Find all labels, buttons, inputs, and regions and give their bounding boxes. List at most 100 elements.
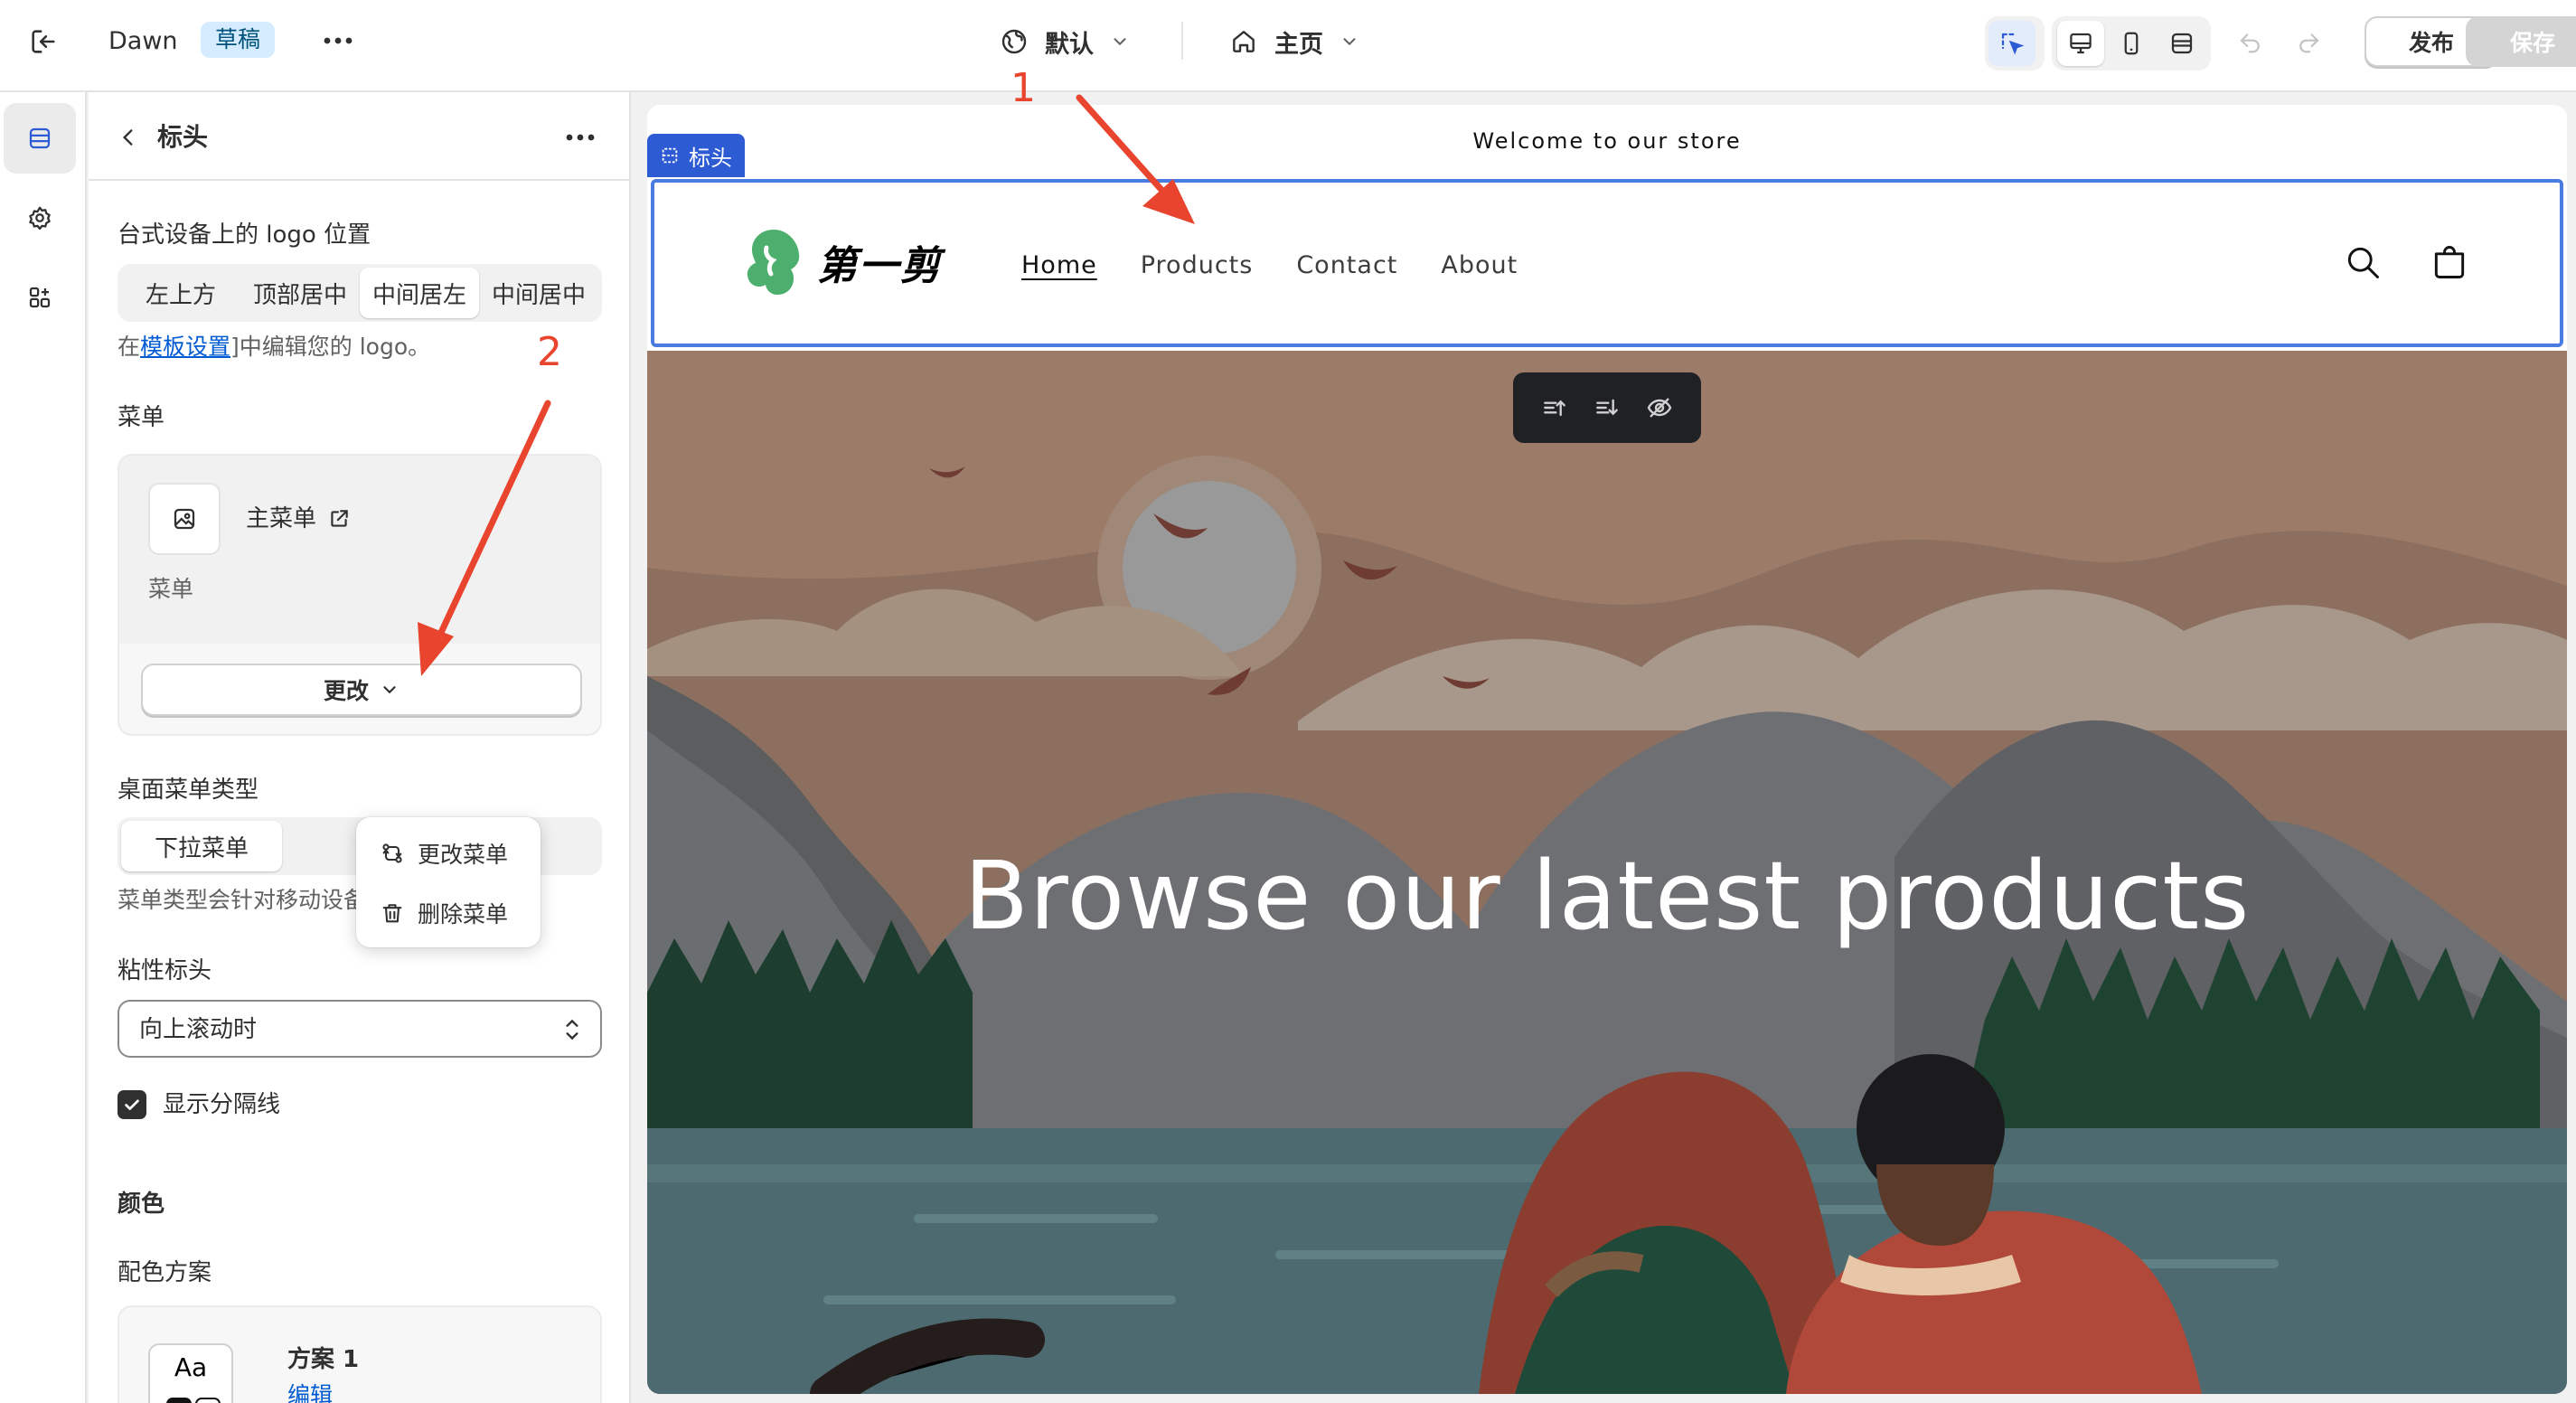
color-heading: 颜色 [118,1191,165,1218]
menu-card: 主菜单 菜单 更改 [118,454,602,736]
page-select-value: 主页 [1274,30,1323,59]
exit-icon[interactable] [25,24,61,60]
header-icons [2343,242,2469,282]
cart-icon[interactable] [2430,242,2469,282]
logo-mark-icon [736,224,812,300]
sticky-header-value: 向上滚动时 [139,1016,258,1043]
more-actions-icon[interactable] [322,27,354,54]
move-down-icon[interactable] [1593,393,1622,422]
panel-header: 标头 [89,92,629,181]
main-nav: Home Products Contact About [1021,251,1518,279]
logo-help-suffix: ]中编辑您的 logo。 [230,334,431,360]
nav-products[interactable]: Products [1141,251,1254,279]
scheme-preview-text: Aa [174,1352,208,1382]
redo-icon[interactable] [2290,24,2327,60]
logo-position-segmented: 左上方 顶部居中 中间居左 中间居中 [118,264,602,322]
inspector-toggle [1985,16,2045,71]
chevron-down-icon [1340,32,1359,52]
top-bar: Dawn 草稿 默认 主页 发布 保存 [0,0,2576,92]
nav-home[interactable]: Home [1021,251,1097,279]
fullscreen-icon[interactable] [2158,21,2205,66]
select-element-icon[interactable] [1988,21,2035,66]
select-arrows-icon [560,1016,584,1043]
store-preview: Welcome to our store 标头 第一剪 Home Product… [647,105,2567,1394]
sections-icon[interactable] [4,103,76,174]
scheme-primary-swatch [166,1398,192,1403]
device-toggle [2052,16,2211,71]
menu-subtitle: 菜单 [148,576,194,602]
page-select[interactable]: 主页 [1229,24,1359,60]
logo-position-label: 台式设备上的 logo 位置 [118,221,371,249]
section-toolbar [1513,372,1701,443]
logo-option-middle-center[interactable]: 中间居中 [479,268,598,318]
logo-option-top-center[interactable]: 顶部居中 [240,268,360,318]
desktop-menu-type-label: 桌面菜单类型 [118,777,259,804]
color-scheme-card[interactable]: Aa 方案 1 编辑 [118,1305,602,1403]
more-options-icon[interactable] [562,119,598,155]
theme-name: Dawn [108,27,178,55]
swap-icon [380,841,405,866]
sticky-header-label: 粘性标头 [118,957,212,984]
popover-delete-menu[interactable]: 删除菜单 [371,890,526,937]
logo-help-text: 在模板设置]中编辑您的 logo。 [118,331,430,363]
menu-name[interactable]: 主菜单 [246,503,351,535]
scheme-name: 方案 1 [287,1346,360,1373]
change-menu-popover: 更改菜单 删除菜单 [356,817,541,947]
scheme-edit-link[interactable]: 编辑 [287,1379,333,1403]
store-header[interactable]: 第一剪 Home Products Contact About [651,179,2563,347]
sections-icon [660,146,680,165]
menu-image-icon [148,483,221,555]
settings-gear-icon[interactable] [4,183,76,253]
change-button-label: 更改 [323,678,369,704]
status-badge: 草稿 [201,22,276,58]
divider [1181,22,1183,60]
color-scheme-label: 配色方案 [118,1259,212,1286]
nav-about[interactable]: About [1441,251,1518,279]
apps-icon[interactable] [4,262,76,333]
trash-icon [380,900,405,926]
chevron-down-icon [380,680,400,700]
globe-icon [1000,27,1029,56]
logo-help-prefix: 在 [118,334,141,360]
logo-text: 第一剪 [817,243,942,289]
undo-icon[interactable] [2233,24,2269,60]
hide-eye-icon[interactable] [1645,393,1674,422]
logo-option-middle-left[interactable]: 中间居左 [360,268,479,318]
desktop-icon[interactable] [2057,21,2104,66]
menu-label: 菜单 [118,404,165,431]
nav-contact[interactable]: Contact [1296,251,1397,279]
search-icon[interactable] [2343,242,2383,282]
show-divider-checkbox[interactable]: 显示分隔线 [118,1088,280,1121]
popover-change-menu[interactable]: 更改菜单 [371,830,526,877]
hero-banner: Browse our latest products [647,351,2567,1394]
logo-option-top-left[interactable]: 左上方 [121,268,240,318]
store-logo[interactable]: 第一剪 [736,224,942,300]
menu-name-text: 主菜单 [246,505,317,532]
annotation-1: 1 [1011,65,1036,111]
popover-change-menu-label: 更改菜单 [418,842,509,868]
section-tag[interactable]: 标头 [647,134,745,177]
mobile-icon[interactable] [2108,21,2155,66]
checkmark-icon[interactable] [118,1090,146,1119]
template-select[interactable]: 默认 [1000,24,1130,60]
panel-title: 标头 [157,122,209,152]
section-tag-label: 标头 [689,145,732,171]
back-chevron-icon[interactable] [110,119,146,155]
annotation-2: 2 [537,329,562,375]
menu-type-dropdown[interactable]: 下拉菜单 [121,821,282,871]
show-divider-label: 显示分隔线 [163,1091,281,1118]
settings-panel: 标头 台式设备上的 logo 位置 左上方 顶部居中 中间居左 中间居中 在模板… [89,92,631,1403]
home-icon [1229,27,1258,56]
theme-settings-link[interactable]: 模板设置 [140,334,230,360]
chevron-down-icon [1110,32,1130,52]
sticky-header-select[interactable]: 向上滚动时 [118,1000,602,1058]
save-button[interactable]: 保存 [2466,16,2576,67]
move-up-icon[interactable] [1540,393,1569,422]
scheme-preview: Aa [148,1343,233,1403]
left-rail [0,92,87,1403]
popover-delete-menu-label: 删除菜单 [418,901,509,927]
hero-heading: Browse our latest products [964,841,2251,951]
external-link-icon[interactable] [327,507,351,531]
announcement-bar: Welcome to our store [1472,128,1742,154]
change-menu-button[interactable]: 更改 [141,664,582,716]
